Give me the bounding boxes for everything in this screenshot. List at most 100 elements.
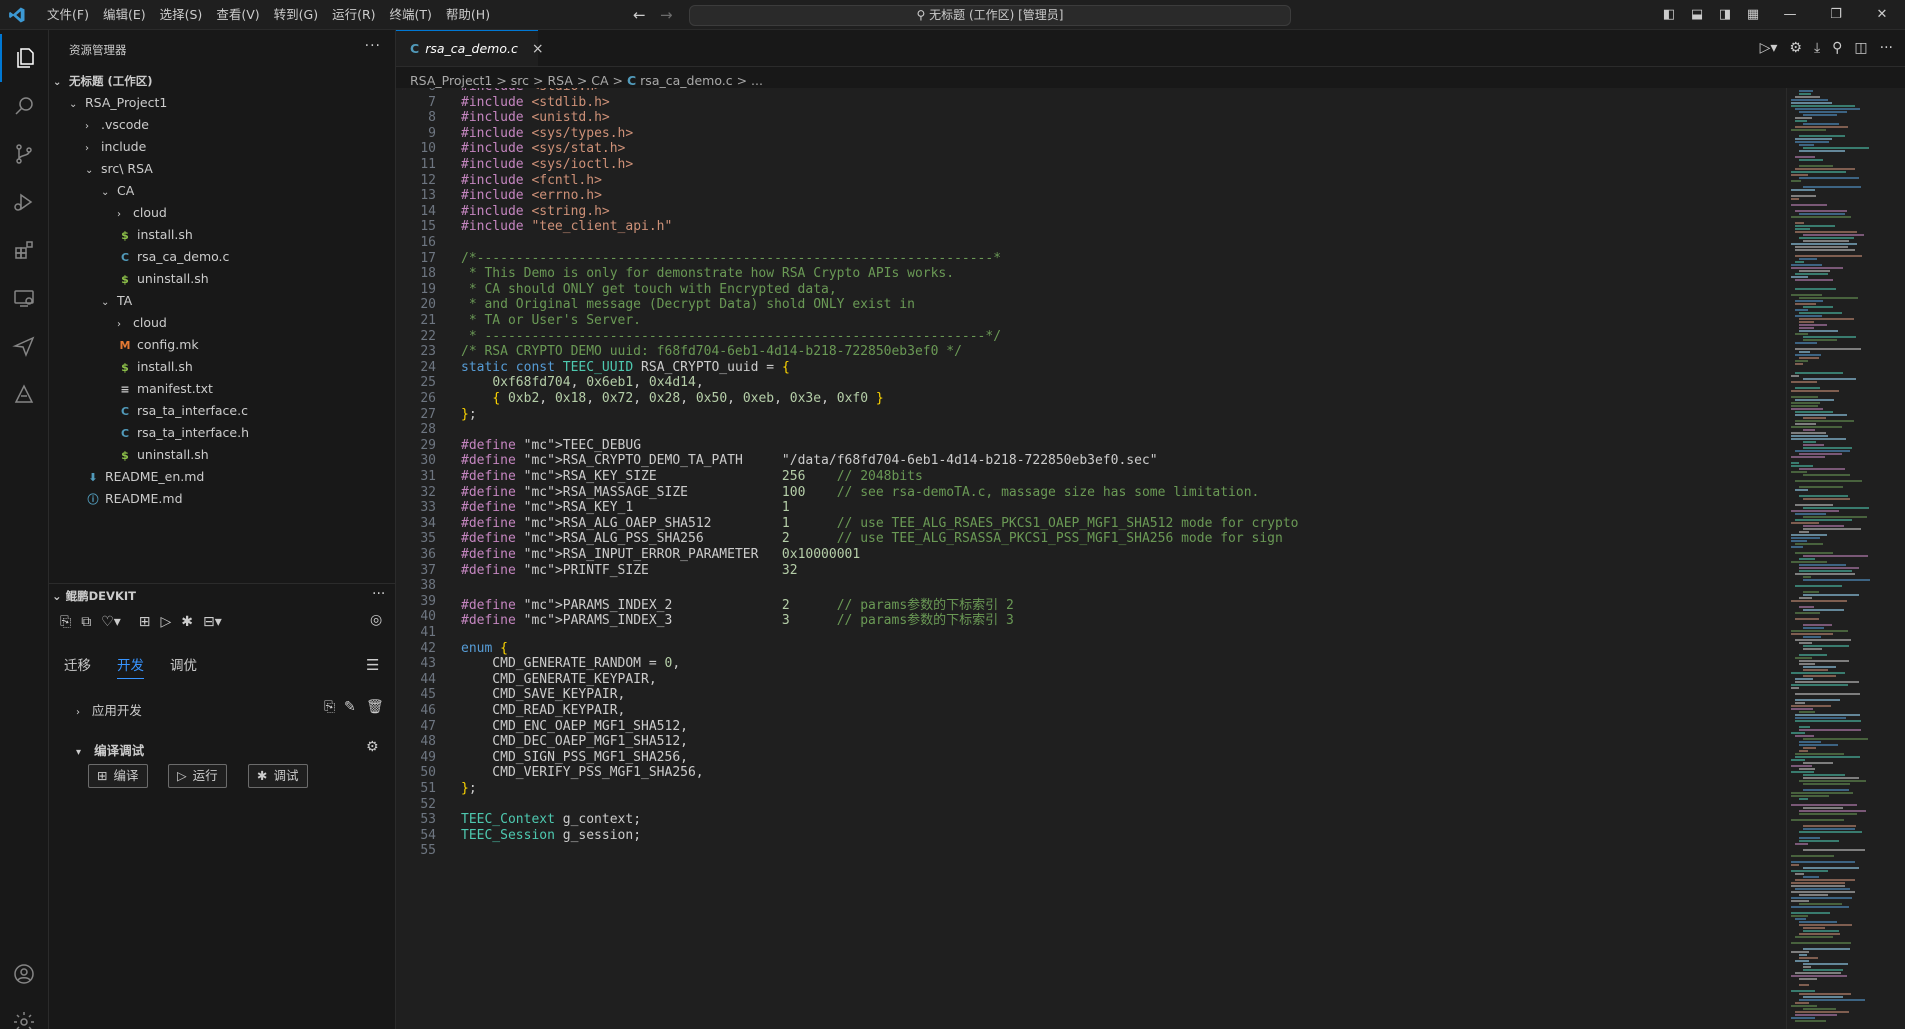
close-window-icon[interactable]: ✕ <box>1859 7 1905 22</box>
app-dev-section[interactable]: › 应用开发 <box>76 700 142 719</box>
account-icon[interactable]: ◎ <box>370 612 382 628</box>
code-line[interactable]: * TA or User's Server. <box>461 313 641 328</box>
code-line[interactable]: TEEC_Context g_context; <box>461 812 641 827</box>
code-line[interactable]: CMD_VERIFY_PSS_MGF1_SHA256, <box>461 765 703 780</box>
health-check-icon[interactable]: ♡▾ <box>101 614 121 630</box>
code-line[interactable]: CMD_SIGN_PSS_MGF1_SHA256, <box>461 750 688 765</box>
menu-terminal[interactable]: 终端(T) <box>383 0 439 29</box>
breadcrumb-item[interactable]: CA <box>591 73 608 88</box>
breadcrumb-item[interactable]: RSA_Project1 <box>410 73 492 88</box>
code-line[interactable]: CMD_ENC_OAEP_MGF1_SHA512, <box>461 719 688 734</box>
more-actions-icon[interactable]: ··· <box>1880 40 1893 56</box>
run-icon[interactable]: ▷ <box>161 614 172 630</box>
split-editor-icon[interactable]: ◫ <box>1854 40 1867 56</box>
build-icon[interactable]: ⊞ <box>139 614 151 630</box>
code-line[interactable]: #include <stdlib.h> <box>461 95 610 110</box>
code-line[interactable]: static const TEEC_UUID RSA_CRYPTO_uuid =… <box>461 360 790 375</box>
run-dropdown-icon[interactable]: ▷▾ <box>1760 40 1778 56</box>
breadcrumb-item[interactable]: RSA <box>547 73 572 88</box>
search-icon[interactable]: ⚲ <box>1832 40 1842 56</box>
tree-item[interactable]: ⓘ README.md <box>49 488 431 510</box>
tree-item[interactable]: ⌄ RSA_Project1 <box>49 92 415 114</box>
delete-icon[interactable]: 🗑 <box>366 699 384 715</box>
code-line[interactable]: #define "mc">RSA_INPUT_ERROR_PARAMETER 0… <box>461 547 860 562</box>
send-icon[interactable] <box>0 322 48 370</box>
tree-item[interactable]: ⌄ TA <box>49 290 447 312</box>
close-icon[interactable]: × <box>532 41 544 57</box>
code-line[interactable]: #define "mc">RSA_MASSAGE_SIZE 100 // see… <box>461 485 1259 500</box>
menu-go[interactable]: 转到(G) <box>267 0 325 29</box>
arrow-right-icon[interactable]: → <box>660 6 673 24</box>
source-control-icon[interactable] <box>0 130 48 178</box>
tab-tune[interactable]: 调优 <box>170 654 197 679</box>
code-line[interactable]: TEEC_Session g_session; <box>461 828 641 843</box>
code-line[interactable]: #define "mc">TEEC_DEBUG <box>461 438 641 453</box>
devkit-section-header[interactable]: ⌄ 鲲鹏DEVKIT <box>52 588 136 604</box>
menu-file[interactable]: 文件(F) <box>40 0 96 29</box>
code-line[interactable]: #include <sys/types.h> <box>461 126 633 141</box>
code-line[interactable]: * and Original message (Decrypt Data) sh… <box>461 297 915 312</box>
list-view-icon[interactable]: ☰ <box>366 656 379 674</box>
code-line[interactable]: #define "mc">RSA_KEY_1 1 <box>461 500 790 515</box>
settings-gear-icon[interactable] <box>0 998 48 1029</box>
minimize-icon[interactable]: — <box>1767 7 1813 22</box>
code-line[interactable]: #include <sys/stat.h> <box>461 141 625 156</box>
workspace-header[interactable]: ⌄ 无标题 (工作区) <box>49 70 399 92</box>
tree-item[interactable]: › include <box>49 136 431 158</box>
code-line[interactable]: #include <sys/ioctl.h> <box>461 157 633 172</box>
menu-help[interactable]: 帮助(H) <box>439 0 497 29</box>
tree-item[interactable]: ⬇ README_en.md <box>49 466 431 488</box>
breadcrumb-item[interactable]: rsa_ca_demo.c <box>640 73 732 88</box>
customize-layout-icon[interactable]: ▦ <box>1739 7 1767 22</box>
code-line[interactable]: #define "mc">RSA_ALG_OAEP_SHA512 1 // us… <box>461 516 1299 531</box>
menu-run[interactable]: 运行(R) <box>325 0 382 29</box>
import-project-icon[interactable]: ⧉ <box>81 614 91 630</box>
settings-gear-icon[interactable]: ⚙ <box>366 739 379 755</box>
explorer-icon[interactable] <box>0 34 50 82</box>
code-line[interactable]: #include <fcntl.h> <box>461 173 602 188</box>
code-line[interactable]: #include <string.h> <box>461 204 610 219</box>
menu-view[interactable]: 查看(V) <box>209 0 266 29</box>
code-line[interactable]: { 0xb2, 0x18, 0x72, 0x28, 0x50, 0xeb, 0x… <box>461 391 883 406</box>
code-line[interactable]: }; <box>461 781 477 796</box>
menu-selection[interactable]: 选择(S) <box>153 0 210 29</box>
tree-item[interactable]: › .vscode <box>49 114 431 136</box>
code-line[interactable]: #define "mc">PRINTF_SIZE 32 <box>461 563 798 578</box>
editor-tab-active[interactable]: C rsa_ca_demo.c × <box>396 30 544 66</box>
code-line[interactable]: /* RSA CRYPTO DEMO uuid: f68fd704-6eb1-4… <box>461 344 962 359</box>
remote-icon[interactable]: ⊟▾ <box>203 614 222 630</box>
devkit-more-icon[interactable]: ··· <box>372 586 385 602</box>
code-line[interactable]: 0xf68fd704, 0x6eb1, 0x4d14, <box>461 375 703 390</box>
code-line[interactable]: CMD_READ_KEYPAIR, <box>461 703 625 718</box>
code-line[interactable]: CMD_GENERATE_KEYPAIR, <box>461 672 656 687</box>
debug-bug-icon[interactable]: ✱ <box>181 614 193 630</box>
code-line[interactable]: enum { <box>461 641 508 656</box>
toggle-secondary-sidebar-icon[interactable]: ◨ <box>1711 7 1739 22</box>
download-icon[interactable]: ⤓ <box>1814 40 1820 56</box>
new-file-icon[interactable]: ⎘ <box>324 699 335 715</box>
new-project-icon[interactable]: ⎘ <box>60 614 71 630</box>
toggle-primary-sidebar-icon[interactable]: ◧ <box>1655 7 1683 22</box>
code-line[interactable]: * This Demo is only for demonstrate how … <box>461 266 954 281</box>
tree-item[interactable]: ⌄ CA <box>49 180 447 202</box>
code-line[interactable]: CMD_GENERATE_RANDOM = 0, <box>461 656 680 671</box>
run-debug-icon[interactable] <box>0 178 48 226</box>
tab-migrate[interactable]: 迁移 <box>64 654 91 679</box>
breadcrumb-item[interactable]: src <box>511 73 529 88</box>
arrow-left-icon[interactable]: ← <box>633 6 646 24</box>
edit-icon[interactable]: ✎ <box>344 699 356 715</box>
extensions-icon[interactable] <box>0 226 48 274</box>
restore-icon[interactable]: ❐ <box>1813 7 1859 22</box>
settings-gear-icon[interactable]: ⚙ <box>1789 40 1802 56</box>
devkit-icon[interactable] <box>0 370 48 418</box>
tree-item[interactable]: ⌄ src\ RSA <box>49 158 431 180</box>
code-line[interactable]: #include <errno.h> <box>461 188 602 203</box>
code-line[interactable]: /*--------------------------------------… <box>461 251 1001 266</box>
build-button[interactable]: ⊞ 编译 <box>88 764 148 788</box>
toggle-panel-icon[interactable]: ⬓ <box>1683 7 1711 22</box>
code-line[interactable]: }; <box>461 407 477 422</box>
code-line[interactable]: #define "mc">RSA_ALG_PSS_SHA256 2 // use… <box>461 531 1283 546</box>
account-icon[interactable] <box>0 950 48 998</box>
code-line[interactable]: #define "mc">RSA_CRYPTO_DEMO_TA_PATH "/d… <box>461 453 1158 468</box>
run-button[interactable]: ▷ 运行 <box>168 764 227 788</box>
